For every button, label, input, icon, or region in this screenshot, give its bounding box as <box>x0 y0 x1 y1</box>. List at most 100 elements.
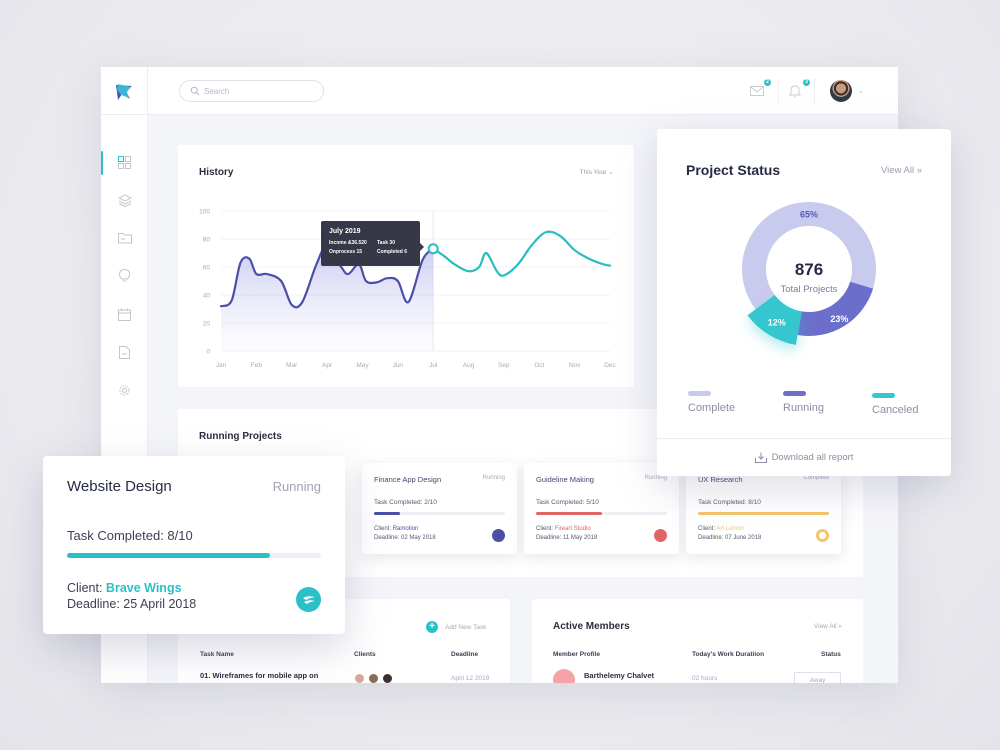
slice-label: 12% <box>768 317 786 327</box>
client-name[interactable]: Fireart Studio <box>555 526 591 532</box>
dashboard-icon <box>118 155 131 169</box>
project-status: Running <box>272 479 321 494</box>
client-logo-icon <box>492 529 505 542</box>
wings-icon <box>302 595 315 604</box>
tooltip-title: July 2019 <box>329 228 361 235</box>
project-name: UX Research <box>698 475 743 484</box>
document-icon <box>119 345 130 359</box>
task-name[interactable]: 01. Wireframes for mobile app on <box>200 671 318 680</box>
logo[interactable] <box>101 67 148 115</box>
featured-project-card[interactable]: Website Design Running Task Completed: 8… <box>43 456 345 634</box>
client-name[interactable]: Art Lemon <box>716 526 744 532</box>
progress-bar <box>374 512 505 515</box>
y-tick-label: 60 <box>203 265 211 272</box>
project-card[interactable]: UX Research Complete Task Completed: 8/1… <box>686 463 841 554</box>
divider <box>778 79 779 104</box>
slice-label: 23% <box>830 314 848 324</box>
y-tick-label: 20 <box>203 321 211 328</box>
client-label: Client: <box>374 526 392 532</box>
layers-icon <box>117 193 132 207</box>
add-new-task-label: Add New Task <box>445 623 487 631</box>
x-tick-label: Dec <box>604 362 616 369</box>
progress-bar <box>67 553 321 558</box>
sidebar-item-documents[interactable] <box>101 339 148 365</box>
sidebar-item-folder[interactable] <box>101 225 148 251</box>
project-name: Website Design <box>67 478 172 495</box>
notifications-button[interactable]: 3 <box>788 79 810 100</box>
project-name: Guideline Making <box>536 475 594 484</box>
legend-complete: Complete <box>688 391 735 414</box>
chevron-down-icon[interactable]: ⌄ <box>858 87 864 95</box>
x-tick-label: Mar <box>286 362 298 369</box>
view-all-members-link[interactable]: View All » <box>814 623 842 630</box>
client-logo-icon <box>296 587 321 612</box>
x-tick-label: Jan <box>216 362 227 369</box>
total-projects-value: 876 <box>795 260 823 279</box>
y-tick-label: 100 <box>199 209 210 216</box>
star-logo-icon <box>116 84 132 100</box>
client-label: Client: <box>536 526 554 532</box>
progress-fill <box>698 512 829 515</box>
view-all-label: View All <box>813 623 837 630</box>
highlight-point <box>427 243 439 255</box>
messages-button[interactable]: 2 <box>750 79 771 100</box>
y-tick-label: 80 <box>203 237 211 244</box>
deadline: Deadline: 11 May 2018 <box>536 535 598 541</box>
active-members-card: Active Members View All » Member Profile… <box>532 599 863 683</box>
gear-icon <box>119 385 130 395</box>
double-chevron-right-icon: » <box>838 623 842 630</box>
progress-fill <box>374 512 401 515</box>
project-card[interactable]: Guideline Making Running Task Completed:… <box>524 463 679 554</box>
task-deadline: April 12 2019 <box>451 675 490 682</box>
column-header: Task Name <box>200 651 234 658</box>
deadline: Deadline: 25 April 2018 <box>67 597 197 611</box>
sidebar-item-settings[interactable] <box>101 377 148 403</box>
deadline: Deadline: 07 June 2018 <box>698 535 762 541</box>
progress-fill <box>536 512 602 515</box>
project-status: Running <box>644 475 667 481</box>
search-input[interactable] <box>204 86 314 96</box>
project-card[interactable]: Finance App Design Running Task Complete… <box>362 463 517 554</box>
sidebar-item-layers[interactable] <box>101 187 148 213</box>
add-new-task-button[interactable]: + Add New Task <box>426 621 486 633</box>
download-report-button[interactable]: Download all report <box>657 438 951 476</box>
folder-icon <box>117 233 132 244</box>
client-name[interactable]: Brave Wings <box>106 581 182 595</box>
x-tick-label: May <box>356 362 369 369</box>
calendar-icon <box>118 308 131 321</box>
x-tick-label: Apr <box>322 362 333 369</box>
progress-fill <box>67 553 271 558</box>
active-members-title: Active Members <box>553 621 630 632</box>
client-label: Client: <box>698 526 716 532</box>
sidebar-item-ideas[interactable] <box>101 263 148 289</box>
tooltip-onprocess: Onprocess 15 <box>329 249 363 255</box>
tooltip-task: Task 30 <box>377 240 395 246</box>
x-tick-label: Aug <box>463 362 475 369</box>
client-name[interactable]: Ramotion <box>393 526 419 532</box>
legend-swatch <box>872 393 895 398</box>
legend-label: Running <box>783 402 824 414</box>
mail-badge: 2 <box>764 79 771 86</box>
client-label: Client: <box>67 581 103 595</box>
member-avatar <box>553 669 575 683</box>
project-status: Running <box>482 475 505 481</box>
column-header: Status <box>821 651 841 658</box>
column-header: Deadline <box>451 651 479 658</box>
project-status-card: Project Status View All » 65% 23% 12% 876 … <box>657 129 951 476</box>
status-button[interactable]: Away <box>794 672 841 683</box>
project-name: Finance App Design <box>374 475 442 484</box>
legend-label: Complete <box>688 402 736 414</box>
sidebar-item-calendar[interactable] <box>101 301 148 327</box>
x-tick-label: Feb <box>251 362 263 369</box>
client-avatar <box>382 673 393 683</box>
sidebar-item-dashboard[interactable] <box>101 149 148 175</box>
legend-label: Canceled <box>872 404 919 416</box>
running-projects-title: Running Projects <box>199 431 282 442</box>
mail-icon <box>750 86 764 96</box>
chart-tooltip: July 2019 Income &36.520 Task 30 Onproce… <box>321 221 424 266</box>
user-avatar[interactable] <box>830 80 852 102</box>
member-name[interactable]: Barthelemy Chalvet <box>584 671 654 680</box>
task-completed: Task Completed: 8/10 <box>67 528 193 543</box>
search-bar[interactable] <box>179 80 324 102</box>
x-tick-label: Jul <box>429 362 438 369</box>
